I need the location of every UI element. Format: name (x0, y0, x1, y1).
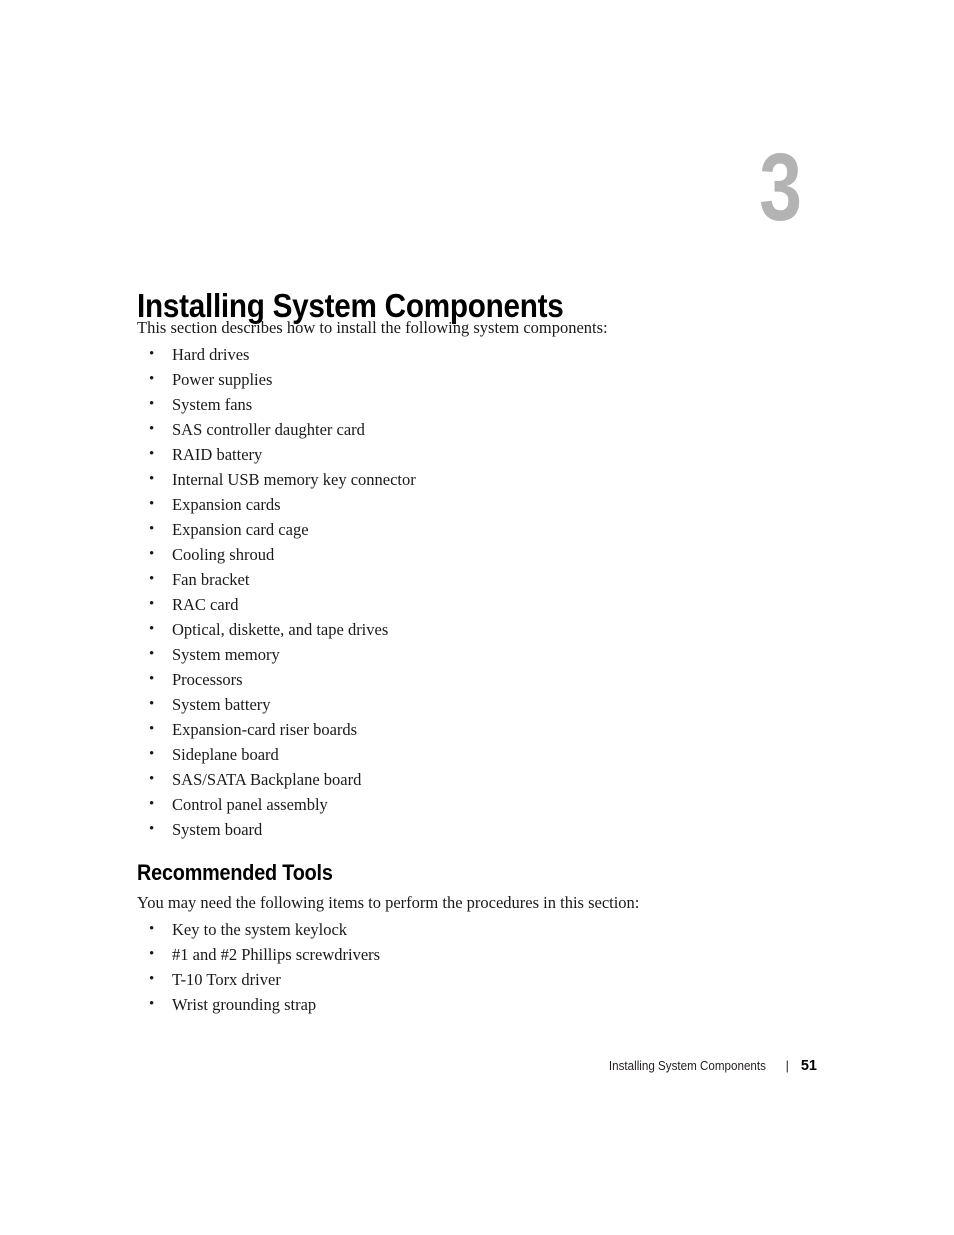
bullet-icon: • (149, 721, 155, 737)
chapter-number: 3 (758, 134, 802, 241)
list-item-label: RAC card (172, 595, 239, 614)
bullet-icon: • (149, 571, 155, 587)
list-item-label: System memory (172, 645, 280, 664)
bullet-icon: • (149, 646, 155, 662)
list-item-label: Expansion card cage (172, 520, 309, 539)
list-item: • Optical, diskette, and tape drives (137, 617, 837, 642)
bullet-icon: • (149, 821, 155, 837)
list-item-label: T-10 Torx driver (172, 970, 281, 989)
list-item: • Hard drives (137, 342, 837, 367)
components-list: • Hard drives • Power supplies • System fans •… (137, 342, 837, 842)
list-item: • T-10 Torx driver (137, 967, 837, 992)
list-item: • #1 and #2 Phillips screwdrivers (137, 942, 837, 967)
list-item-label: Expansion cards (172, 495, 281, 514)
footer-page-number: 51 (800, 1058, 817, 1074)
list-item-label: Internal USB memory key connector (172, 470, 416, 489)
footer-chapter-title: Installing System Components (608, 1059, 766, 1073)
bullet-icon: • (149, 371, 155, 387)
list-item: • Key to the system keylock (137, 917, 837, 942)
list-item-label: System board (172, 820, 263, 839)
list-item: • Internal USB memory key connector (137, 467, 837, 492)
bullet-icon: • (149, 996, 155, 1012)
bullet-icon: • (149, 471, 155, 487)
bullet-icon: • (149, 346, 155, 362)
list-item-label: Processors (172, 670, 243, 689)
list-item: • System fans (137, 392, 837, 417)
bullet-icon: • (149, 946, 155, 962)
list-item-label: Expansion-card riser boards (172, 720, 358, 739)
list-item-label: Sideplane board (172, 745, 279, 764)
list-item: • Power supplies (137, 367, 837, 392)
list-item-label: Fan bracket (172, 570, 250, 589)
list-item-label: Control panel assembly (172, 795, 328, 814)
list-item-label: System fans (172, 395, 253, 414)
bullet-icon: • (149, 671, 155, 687)
bullet-icon: • (149, 621, 155, 637)
list-item: • Processors (137, 667, 837, 692)
list-item: • RAID battery (137, 442, 837, 467)
list-item: • Control panel assembly (137, 792, 837, 817)
list-item: • Expansion cards (137, 492, 837, 517)
bullet-icon: • (149, 596, 155, 612)
list-item: • SAS controller daughter card (137, 417, 837, 442)
list-item-label: System battery (172, 695, 271, 714)
page-footer: Installing System Components | 51 (137, 1058, 817, 1074)
list-item: • Expansion-card riser boards (137, 717, 837, 742)
list-item: • Fan bracket (137, 567, 837, 592)
bullet-icon: • (149, 921, 155, 937)
recommended-tools-list: • Key to the system keylock • #1 and #2 Phi… (137, 917, 837, 1017)
list-item-label: #1 and #2 Phillips screwdrivers (172, 945, 381, 964)
bullet-icon: • (149, 421, 155, 437)
list-item-label: Optical, diskette, and tape drives (172, 620, 389, 639)
list-item-label: RAID battery (172, 445, 263, 464)
bullet-icon: • (149, 771, 155, 787)
bullet-icon: • (149, 396, 155, 412)
list-item: • System board (137, 817, 837, 842)
list-item: • Cooling shroud (137, 542, 837, 567)
list-item-label: Power supplies (172, 370, 273, 389)
bullet-icon: • (149, 546, 155, 562)
bullet-icon: • (149, 521, 155, 537)
bullet-icon: • (149, 746, 155, 762)
list-item-label: Key to the system keylock (172, 920, 348, 939)
bullet-icon: • (149, 696, 155, 712)
list-item-label: SAS/SATA Backplane board (172, 770, 362, 789)
list-item: • SAS/SATA Backplane board (137, 767, 837, 792)
list-item: • System memory (137, 642, 837, 667)
list-item: • RAC card (137, 592, 837, 617)
document-page: 3 Installing System Components This sect… (0, 0, 954, 1235)
list-item: • Wrist grounding strap (137, 992, 837, 1017)
main-content: This section describes how to install th… (137, 317, 837, 1017)
list-item-label: SAS controller daughter card (172, 420, 365, 439)
bullet-icon: • (149, 496, 155, 512)
list-item-label: Cooling shroud (172, 545, 275, 564)
footer-separator: | (785, 1059, 789, 1073)
list-item: • Sideplane board (137, 742, 837, 767)
bullet-icon: • (149, 796, 155, 812)
list-item: • System battery (137, 692, 837, 717)
intro-paragraph: This section describes how to install th… (137, 318, 608, 337)
list-item: • Expansion card cage (137, 517, 837, 542)
list-item-label: Hard drives (172, 345, 250, 364)
bullet-icon: • (149, 446, 155, 462)
recommended-tools-intro: You may need the following items to perf… (137, 893, 640, 912)
section-heading-recommended-tools: Recommended Tools (137, 860, 333, 885)
bullet-icon: • (149, 971, 155, 987)
list-item-label: Wrist grounding strap (172, 995, 317, 1014)
